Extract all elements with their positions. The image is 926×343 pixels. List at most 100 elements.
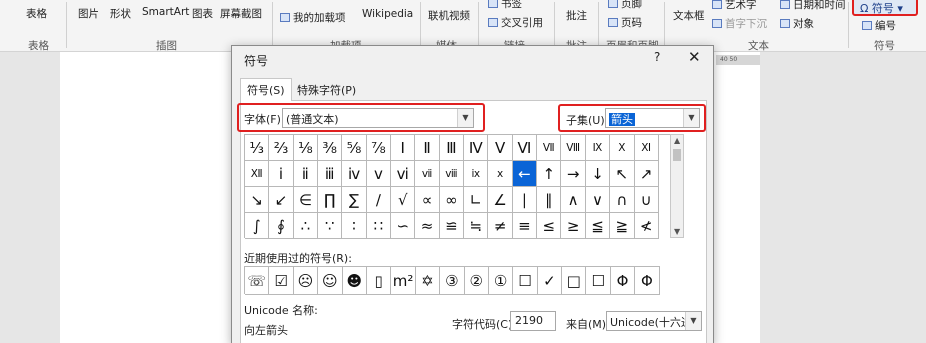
recent-symbols-row[interactable]: ☏ ☑ ☹ ☺ ☻ ▯ m² ✡ ③ ② ① ☐ ✓ □ ☐ Φ Φ — [244, 266, 660, 295]
recent-symbol-cell[interactable]: ☐ — [586, 267, 611, 295]
scroll-down-icon[interactable]: ▼ — [674, 227, 680, 236]
symbol-cell[interactable]: ∶ — [342, 213, 367, 239]
symbol-cell[interactable]: ∝ — [415, 187, 440, 213]
symbol-cell[interactable]: ∮ — [269, 213, 294, 239]
symbol-cell[interactable]: Ⅵ — [512, 135, 538, 161]
grid-scrollbar[interactable]: ▲ ▼ — [670, 134, 684, 238]
symbol-cell[interactable]: ⅷ — [439, 161, 465, 187]
recent-symbol-cell[interactable]: ☹ — [293, 267, 319, 295]
scroll-thumb[interactable] — [673, 149, 681, 161]
symbol-cell[interactable]: ∏ — [318, 187, 343, 213]
symbol-cell[interactable]: ⅳ — [342, 161, 367, 187]
chevron-down-icon[interactable]: ▼ — [683, 109, 699, 127]
symbol-cell[interactable]: → — [561, 161, 586, 187]
font-select[interactable]: (普通文本) ▼ — [282, 108, 474, 128]
symbol-cell[interactable]: ∪ — [634, 187, 659, 213]
symbol-cell[interactable]: ≒ — [464, 213, 489, 239]
symbol-cell[interactable]: Ⅲ — [439, 135, 465, 161]
symbol-cell[interactable]: ⅞ — [366, 135, 392, 161]
picture-button[interactable]: 图片 — [78, 6, 99, 21]
recent-symbol-cell[interactable]: ☑ — [269, 267, 294, 295]
symbol-cell[interactable]: ≈ — [415, 213, 440, 239]
symbol-cell[interactable]: ⅔ — [269, 135, 294, 161]
screenshot-button[interactable]: 屏幕截图 — [220, 6, 262, 21]
symbol-cell[interactable]: ∴ — [293, 213, 319, 239]
symbol-cell[interactable]: ⅛ — [293, 135, 319, 161]
symbol-cell[interactable]: ∨ — [585, 187, 611, 213]
comment-button[interactable]: 批注 — [566, 8, 587, 23]
symbol-cell[interactable]: ⅹ — [488, 161, 513, 187]
symbol-cell[interactable]: Ⅹ — [610, 135, 635, 161]
symbol-cell[interactable]: ⅸ — [464, 161, 489, 187]
recent-symbol-cell[interactable]: ② — [464, 267, 489, 295]
recent-symbol-cell[interactable]: Φ — [635, 267, 660, 295]
symbol-cell[interactable]: ≌ — [439, 213, 465, 239]
cross-reference-button[interactable]: 交叉引用 — [488, 15, 543, 30]
help-button[interactable]: ? — [654, 50, 660, 64]
recent-symbol-cell[interactable]: □ — [562, 267, 587, 295]
recent-symbol-cell[interactable]: ① — [488, 267, 514, 295]
page-number-button[interactable]: 页码 — [608, 15, 642, 30]
recent-symbol-cell[interactable]: ③ — [440, 267, 465, 295]
tab-special-characters[interactable]: 特殊字符(P) — [290, 78, 363, 100]
symbol-cell[interactable]: Ⅰ — [391, 135, 416, 161]
symbol-cell[interactable]: ∑ — [342, 187, 367, 213]
char-code-input[interactable]: 2190 — [510, 311, 556, 331]
symbol-cell[interactable]: ⅴ — [366, 161, 392, 187]
symbol-cell[interactable]: ∥ — [537, 187, 562, 213]
tab-symbols[interactable]: 符号(S) — [240, 78, 292, 101]
smartart-button[interactable]: SmartArt — [142, 6, 189, 18]
symbol-cell[interactable]: ∠ — [488, 187, 513, 213]
symbol-cell[interactable]: ∧ — [561, 187, 586, 213]
recent-symbol-cell[interactable]: ▯ — [366, 267, 392, 295]
symbol-cell[interactable]: ∞ — [439, 187, 465, 213]
symbol-grid[interactable]: ⅓ ⅔ ⅛ ⅜ ⅝ ⅞ Ⅰ Ⅱ Ⅲ Ⅳ Ⅴ Ⅵ Ⅶ Ⅷ Ⅸ Ⅹ Ⅺ Ⅻⅰ ⅱ ⅲ ⅳ ⅴ ⅵ ⅶ ⅷ ⅸ ⅹ ← ↑ → ↓ ↖ ↗ ↘ ↙ ∈ ∏ ∑ ∕… — [244, 134, 670, 239]
wordart-button[interactable]: 艺术字 — [712, 0, 757, 12]
recent-symbol-cell[interactable]: ✓ — [537, 267, 563, 295]
symbol-cell[interactable]: ⅝ — [342, 135, 367, 161]
recent-symbol-cell[interactable]: ☏ — [245, 267, 270, 295]
symbol-cell[interactable]: ↖ — [610, 161, 635, 187]
chevron-down-icon[interactable]: ▼ — [685, 312, 701, 330]
symbol-cell[interactable]: Ⅻ — [245, 161, 270, 187]
chevron-down-icon[interactable]: ▼ — [457, 109, 473, 127]
symbol-cell[interactable]: ≤ — [537, 213, 562, 239]
drop-cap-button[interactable]: 首字下沉 — [712, 16, 767, 31]
object-button[interactable]: 对象 — [780, 16, 814, 31]
symbol-cell[interactable]: Ⅷ — [561, 135, 586, 161]
symbol-cell[interactable]: Ⅴ — [488, 135, 513, 161]
recent-symbol-cell[interactable]: Φ — [610, 267, 636, 295]
symbol-cell[interactable]: ≠ — [488, 213, 513, 239]
close-button[interactable]: ✕ — [688, 48, 701, 66]
symbol-cell[interactable]: ↙ — [269, 187, 294, 213]
symbol-cell[interactable]: ← — [512, 161, 538, 187]
online-video-button[interactable]: 联机视频 — [428, 8, 470, 23]
symbol-cell[interactable]: ≡ — [512, 213, 538, 239]
symbol-cell[interactable]: ≮ — [634, 213, 659, 239]
date-time-button[interactable]: 日期和时间 — [780, 0, 846, 12]
symbol-cell[interactable]: ⅜ — [318, 135, 343, 161]
symbol-cell[interactable]: √ — [391, 187, 416, 213]
textbox-button[interactable]: 文本框 — [673, 8, 705, 23]
scroll-up-icon[interactable]: ▲ — [674, 136, 680, 145]
symbol-cell[interactable]: ↘ — [245, 187, 270, 213]
symbol-cell[interactable]: ∷ — [366, 213, 392, 239]
symbol-cell[interactable]: ∕ — [366, 187, 392, 213]
recent-symbol-cell[interactable]: ✡ — [415, 267, 441, 295]
my-addins-button[interactable]: 我的加载项 — [280, 10, 346, 25]
subset-select[interactable]: 箭头 ▼ — [605, 108, 700, 128]
symbol-cell[interactable]: ≧ — [610, 213, 635, 239]
symbol-cell[interactable]: ∫ — [245, 213, 270, 239]
recent-symbol-cell[interactable]: ☻ — [342, 267, 367, 295]
symbol-cell[interactable]: ≦ — [585, 213, 611, 239]
shapes-button[interactable]: 形状 — [110, 6, 131, 21]
symbol-cell[interactable]: ⅓ — [245, 135, 270, 161]
symbol-cell[interactable]: Ⅶ — [537, 135, 562, 161]
recent-symbol-cell[interactable]: ☺ — [318, 267, 343, 295]
symbol-cell[interactable]: ↗ — [634, 161, 659, 187]
symbol-cell[interactable]: ∽ — [391, 213, 416, 239]
symbol-cell[interactable]: Ⅺ — [634, 135, 659, 161]
symbol-cell[interactable]: Ⅳ — [464, 135, 489, 161]
symbol-cell[interactable]: ↓ — [585, 161, 611, 187]
symbol-cell[interactable]: ∵ — [318, 213, 343, 239]
